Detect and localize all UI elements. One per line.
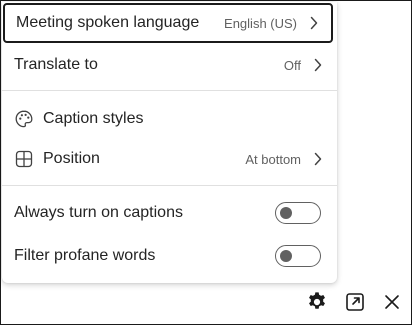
toggle-row-always-turn-on-captions: Always turn on captions — [2, 193, 337, 233]
menu-item-position[interactable]: Position At bottom — [2, 139, 337, 179]
menu-item-label: Translate to — [14, 56, 98, 73]
captions-settings-menu: Meeting spoken language English (US) Tra… — [2, 2, 337, 283]
menu-item-translate-to[interactable]: Translate to Off — [2, 45, 337, 85]
divider — [2, 90, 337, 91]
menu-item-label: Caption styles — [43, 110, 144, 127]
filter-profane-words-toggle[interactable] — [275, 245, 321, 267]
menu-item-label: Position — [43, 150, 100, 167]
toggle-row-filter-profane-words: Filter profane words — [2, 236, 337, 276]
menu-item-value: Off — [283, 57, 301, 73]
toggle-label: Always turn on captions — [14, 204, 183, 221]
pop-out-icon[interactable] — [343, 290, 367, 314]
toggle-knob — [280, 250, 292, 262]
menu-item-label: Meeting spoken language — [16, 14, 200, 31]
toggle-label: Filter profane words — [14, 247, 156, 264]
menu-item-caption-styles[interactable]: Caption styles — [2, 99, 337, 139]
chevron-right-icon — [309, 16, 319, 30]
close-icon[interactable] — [380, 290, 404, 314]
toggle-knob — [280, 207, 292, 219]
divider — [2, 185, 337, 186]
menu-item-value: English (US) — [224, 15, 297, 31]
palette-icon — [14, 109, 34, 129]
gear-icon[interactable] — [305, 290, 329, 314]
menu-item-value: At bottom — [245, 151, 301, 167]
menu-item-meeting-spoken-language[interactable]: Meeting spoken language English (US) — [3, 3, 333, 43]
captions-window: Meeting spoken language English (US) Tra… — [0, 0, 412, 325]
chevron-right-icon — [313, 58, 323, 72]
grid-icon — [14, 149, 34, 169]
chevron-right-icon — [313, 152, 323, 166]
always-turn-on-captions-toggle[interactable] — [275, 202, 321, 224]
